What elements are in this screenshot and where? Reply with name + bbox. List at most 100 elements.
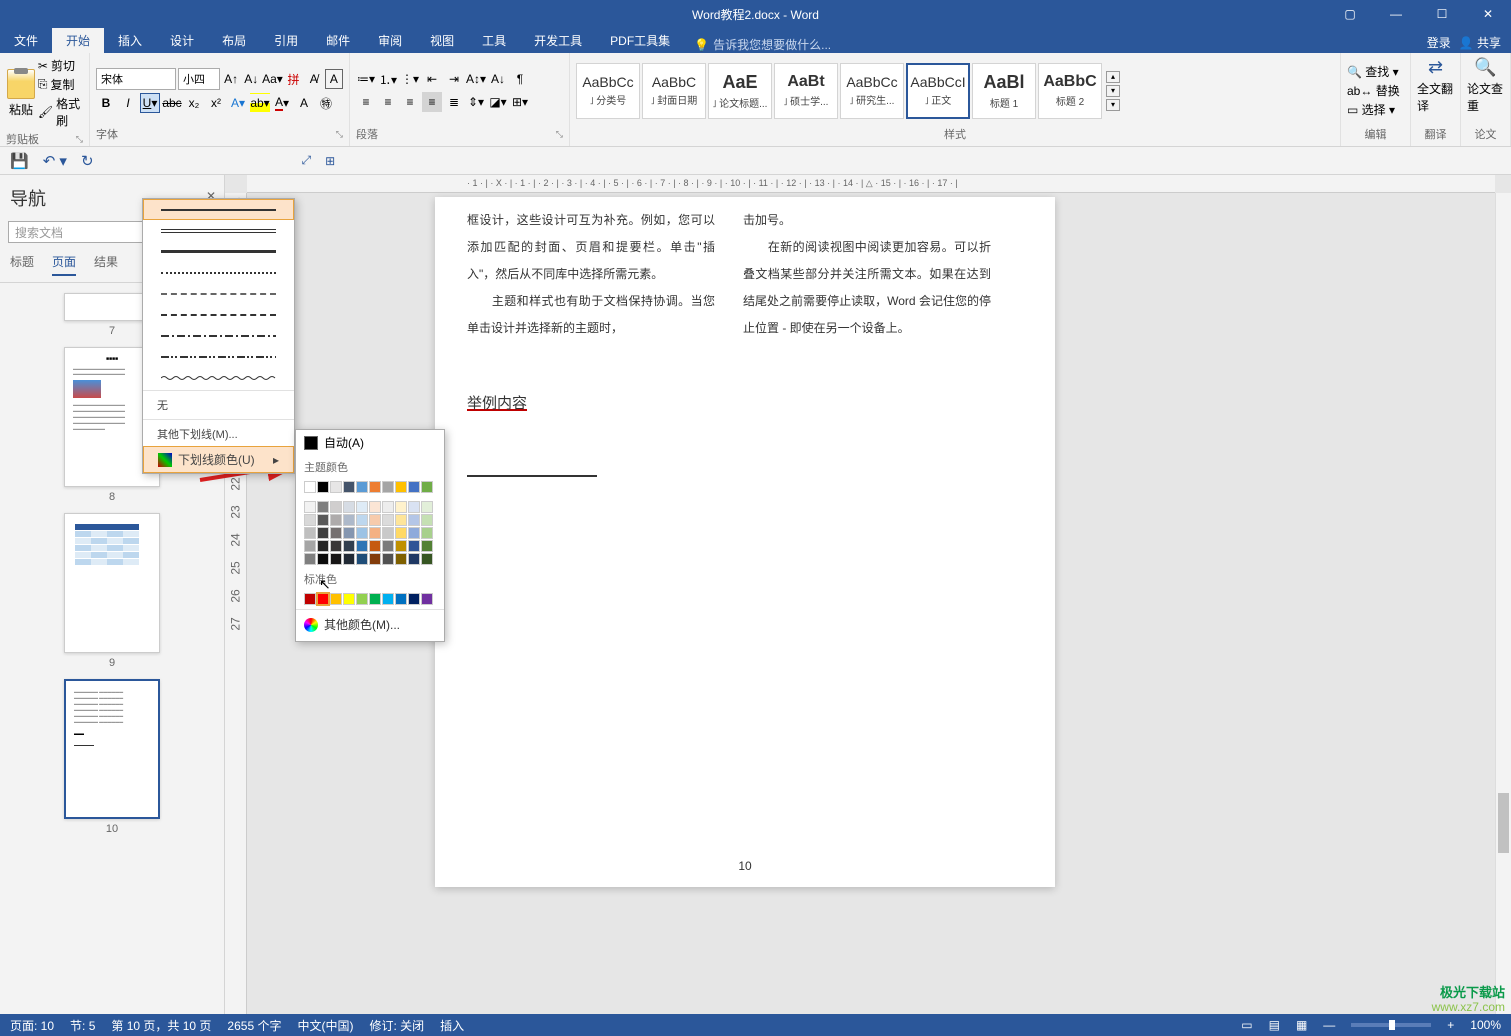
replace-button[interactable]: ab↔ 替换: [1347, 82, 1400, 99]
color-swatch[interactable]: [369, 540, 381, 552]
underline-style-double[interactable]: [143, 220, 294, 241]
redo-icon[interactable]: ↻: [81, 152, 94, 170]
underline-style-solid[interactable]: [143, 199, 294, 220]
color-swatch[interactable]: [343, 481, 355, 493]
multilevel-button[interactable]: ⋮▾: [400, 69, 420, 89]
underline-style-thick[interactable]: [143, 241, 294, 262]
color-swatch[interactable]: [382, 514, 394, 526]
color-swatch[interactable]: [395, 514, 407, 526]
tab-layout[interactable]: 布局: [208, 28, 260, 53]
borders-button[interactable]: ⊞▾: [510, 92, 530, 112]
duplicate-check-button[interactable]: 论文查重: [1467, 80, 1504, 114]
clipboard-launcher[interactable]: ⤡: [76, 134, 83, 145]
highlight-button[interactable]: ab▾: [250, 93, 270, 113]
color-swatch[interactable]: [343, 514, 355, 526]
duplicate-check-icon[interactable]: 🔍: [1474, 57, 1496, 78]
find-button[interactable]: 🔍 查找 ▾: [1347, 63, 1400, 80]
color-swatch[interactable]: [382, 501, 394, 513]
tab-home[interactable]: 开始: [52, 28, 104, 53]
status-language[interactable]: 中文(中国): [297, 1017, 353, 1034]
vertical-scrollbar[interactable]: [1495, 193, 1511, 1014]
thumbnail-10[interactable]: ▬▬▬▬▬▬ ▬▬▬▬▬▬▬▬▬▬▬▬ ▬▬▬▬▬▬▬▬▬▬▬▬ ▬▬▬▬▬▬▬…: [64, 679, 160, 819]
color-swatch[interactable]: [343, 501, 355, 513]
scroll-thumb[interactable]: [1498, 793, 1509, 853]
align-center-button[interactable]: ≡: [378, 92, 398, 112]
color-swatch[interactable]: [330, 553, 342, 565]
color-swatch[interactable]: [330, 593, 342, 605]
close-icon[interactable]: ✕: [1465, 0, 1511, 28]
text-effects-button[interactable]: A▾: [228, 93, 248, 113]
select-button[interactable]: ▭ 选择 ▾: [1347, 101, 1400, 118]
color-swatch[interactable]: [395, 501, 407, 513]
enclose-char-button[interactable]: ㊕: [316, 93, 336, 113]
color-swatch[interactable]: [317, 514, 329, 526]
tab-mailings[interactable]: 邮件: [312, 28, 364, 53]
color-swatch[interactable]: [421, 501, 433, 513]
tab-pdf[interactable]: PDF工具集: [596, 28, 684, 53]
show-marks-button[interactable]: ¶: [510, 69, 530, 89]
underline-style-dotdash[interactable]: [143, 325, 294, 346]
justify-button[interactable]: ≡: [422, 92, 442, 112]
color-swatch[interactable]: [421, 527, 433, 539]
color-swatch[interactable]: [382, 481, 394, 493]
status-insert-mode[interactable]: 插入: [440, 1017, 464, 1034]
underline-button[interactable]: U ▾: [140, 93, 160, 113]
nav-tab-headings[interactable]: 标题: [10, 253, 34, 276]
maximize-icon[interactable]: ☐: [1419, 0, 1465, 28]
translate-icon[interactable]: ⇄: [1428, 57, 1443, 78]
superscript-button[interactable]: x²: [206, 93, 226, 113]
style-item-5[interactable]: AaBbCcI˩ 正文: [906, 63, 970, 119]
strikethrough-button[interactable]: abc: [162, 93, 182, 113]
color-swatch[interactable]: [317, 527, 329, 539]
color-swatch[interactable]: [317, 540, 329, 552]
color-swatch[interactable]: [369, 593, 381, 605]
color-swatch[interactable]: [343, 553, 355, 565]
minimize-icon[interactable]: —: [1373, 0, 1419, 28]
color-swatch[interactable]: [317, 553, 329, 565]
shrink-font-button[interactable]: A↓: [242, 69, 260, 89]
horizontal-ruler[interactable]: · 1 · | · X · | · 1 · | · 2 · | · 3 · | …: [247, 175, 1495, 193]
color-swatch[interactable]: [356, 593, 368, 605]
color-swatch[interactable]: [304, 501, 316, 513]
char-shading-button[interactable]: A: [294, 93, 314, 113]
zoom-level[interactable]: 100%: [1470, 1018, 1501, 1032]
color-swatch[interactable]: [317, 481, 329, 493]
color-swatch[interactable]: [395, 553, 407, 565]
color-swatch[interactable]: [369, 514, 381, 526]
tab-review[interactable]: 审阅: [364, 28, 416, 53]
style-item-0[interactable]: AaBbCc˩ 分类号: [576, 63, 640, 119]
tab-view[interactable]: 视图: [416, 28, 468, 53]
status-track-changes[interactable]: 修订: 关闭: [369, 1017, 424, 1034]
color-swatch[interactable]: [304, 593, 316, 605]
bullets-button[interactable]: ≔▾: [356, 69, 376, 89]
color-swatch[interactable]: [395, 527, 407, 539]
color-swatch[interactable]: [356, 501, 368, 513]
copy-button[interactable]: ⎘复制: [38, 76, 83, 93]
color-swatch[interactable]: [304, 527, 316, 539]
save-icon[interactable]: 💾: [10, 152, 29, 170]
color-swatch[interactable]: [395, 540, 407, 552]
tab-file[interactable]: 文件: [0, 28, 52, 53]
share-button[interactable]: 👤 共享: [1459, 34, 1501, 51]
tab-design[interactable]: 设计: [156, 28, 208, 53]
thumbnail-9[interactable]: [64, 513, 160, 653]
distribute-button[interactable]: ≣: [444, 92, 464, 112]
styles-more[interactable]: ▾: [1106, 99, 1120, 111]
underline-style-longdash[interactable]: [143, 304, 294, 325]
color-swatch[interactable]: [304, 553, 316, 565]
line-spacing-button[interactable]: ⇕▾: [466, 92, 486, 112]
font-color-button[interactable]: A▾: [272, 93, 292, 113]
status-page-of[interactable]: 第 10 页，共 10 页: [111, 1017, 211, 1034]
color-swatch[interactable]: [421, 481, 433, 493]
full-translate-button[interactable]: 全文翻译: [1417, 80, 1454, 114]
color-swatch[interactable]: [421, 514, 433, 526]
undo-icon[interactable]: ↶ ▾: [43, 152, 67, 170]
color-swatch[interactable]: [395, 481, 407, 493]
underline-style-dotdotdash[interactable]: [143, 346, 294, 367]
underline-more[interactable]: 其他下划线(M)...: [143, 422, 294, 446]
cut-button[interactable]: ✂剪切: [38, 57, 83, 74]
qat-extra1-icon[interactable]: ⤢: [302, 153, 312, 168]
status-word-count[interactable]: 2655 个字: [227, 1017, 281, 1034]
font-name-input[interactable]: [96, 68, 176, 90]
color-swatch[interactable]: [408, 540, 420, 552]
